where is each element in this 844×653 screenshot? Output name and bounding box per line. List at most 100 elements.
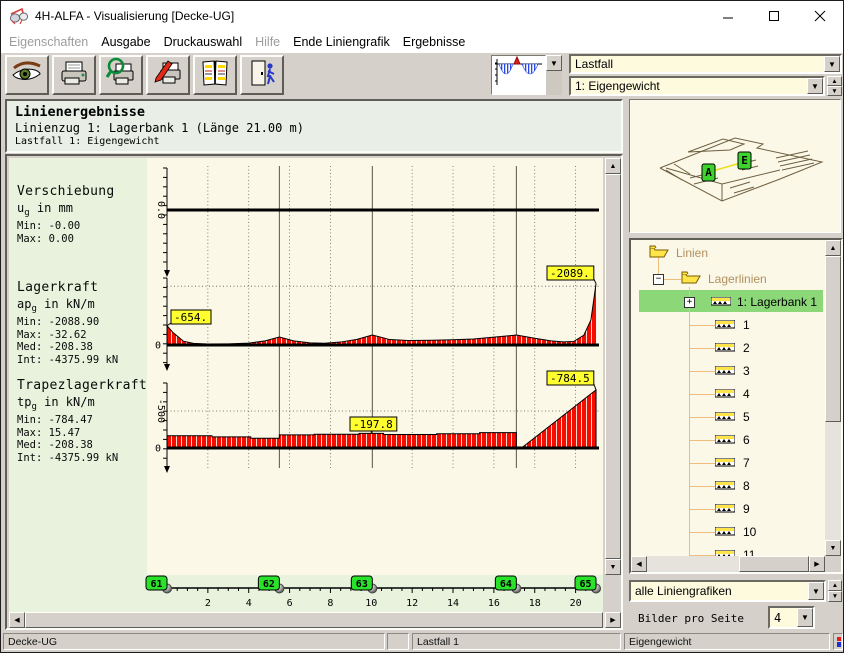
- support-line-icon: [715, 318, 735, 332]
- graphics-filter-dropdown-button[interactable]: ▼: [808, 582, 824, 600]
- scroll-right-button[interactable]: ▶: [605, 612, 621, 628]
- qty-unit: in kN/m: [37, 395, 95, 409]
- tree-item[interactable]: 3: [715, 361, 750, 381]
- tree-node-lagerbank-selected[interactable]: + 1: Lagerbank 1: [684, 292, 817, 312]
- status-bar: Decke-UG Lastfall 1 Eigengewicht: [1, 631, 843, 652]
- tree-vscrollbar[interactable]: ▲ ▼: [825, 240, 841, 556]
- toolbar: ▼ Lastfall ▼ 1: Eigengewicht ▼ ▲ ▼: [1, 53, 843, 97]
- exit-door-icon: [246, 57, 278, 94]
- plot-vscrollbar[interactable]: ▲ ▼: [605, 158, 621, 575]
- folder-open-icon: [649, 244, 669, 262]
- load-case-dropdown-button[interactable]: ▼: [807, 78, 823, 94]
- scroll-up-button[interactable]: ▲: [825, 240, 841, 256]
- print-settings-button[interactable]: [146, 55, 190, 95]
- collapse-icon[interactable]: −: [653, 274, 664, 285]
- tree-item[interactable]: 7: [715, 453, 750, 473]
- graphics-filter-spin-up[interactable]: ▲: [828, 580, 842, 591]
- diagram-style-dropdown-button[interactable]: ▼: [546, 55, 562, 71]
- load-group-dropdown-button[interactable]: ▼: [824, 56, 840, 72]
- load-case-combo[interactable]: 1: Eigengewicht ▼: [569, 76, 825, 96]
- magnifier-printer-icon: [105, 57, 137, 94]
- tree-item[interactable]: 6: [715, 430, 750, 450]
- plot-hscrollbar[interactable]: ◀ ▶: [9, 612, 621, 628]
- loadcase-subtitle: Lastfall 1: Eigengewicht: [15, 136, 621, 147]
- expand-icon[interactable]: +: [684, 297, 695, 308]
- section-title: Lagerkraft: [17, 280, 118, 295]
- tree-item[interactable]: 8: [715, 476, 750, 496]
- tree-node-lagerlinien[interactable]: Lagerlinien: [681, 269, 767, 289]
- tree-item[interactable]: 4: [715, 384, 750, 404]
- tree-item-label: 8: [743, 479, 750, 493]
- up-arrow-icon: ▲: [830, 245, 837, 252]
- scroll-down-button[interactable]: ▼: [605, 559, 621, 575]
- svg-text:20: 20: [570, 598, 582, 609]
- menu-ergebnisse[interactable]: Ergebnisse: [403, 35, 466, 49]
- up-arrow-icon: ▲: [831, 78, 837, 85]
- result-header: Linienergebnisse Linienzug 1: Lagerbank …: [5, 99, 623, 153]
- svg-text:0: 0: [155, 341, 161, 352]
- print-preview-button[interactable]: [99, 55, 143, 95]
- section-quantity: apg in kN/m: [17, 297, 118, 314]
- report-button[interactable]: [193, 55, 237, 95]
- tree-node-label: 1: Lagerbank 1: [737, 295, 817, 309]
- menu-eigenschaften[interactable]: Eigenschaften: [9, 35, 88, 49]
- tree-item-label: 5: [743, 410, 750, 424]
- model-wireframe: A E: [630, 100, 840, 232]
- tree-expand-lagerlinien[interactable]: −: [653, 269, 664, 289]
- vscroll-thumb[interactable]: [825, 256, 841, 422]
- support-line-icon: [715, 456, 735, 470]
- stat-max: Max: 15.47: [17, 427, 147, 440]
- tree-item[interactable]: 5: [715, 407, 750, 427]
- line-end-marker: E: [741, 154, 748, 167]
- maximize-button[interactable]: [751, 1, 797, 30]
- print-button[interactable]: [52, 55, 96, 95]
- hscroll-thumb[interactable]: [25, 612, 603, 628]
- load-case-spin-down[interactable]: ▼: [827, 86, 842, 96]
- qty-unit: in kN/m: [37, 297, 95, 311]
- menu-druckauswahl[interactable]: Druckauswahl: [164, 35, 243, 49]
- title-bar[interactable]: 4H-ALFA - Visualisierung [Decke-UG]: [1, 1, 843, 31]
- exit-button[interactable]: [240, 55, 284, 95]
- tree-hscrollbar[interactable]: ◀ ▶: [631, 556, 825, 572]
- load-group-combo[interactable]: Lastfall ▼: [569, 54, 842, 74]
- vscroll-thumb[interactable]: [605, 174, 621, 559]
- status-project: Decke-UG: [3, 633, 385, 650]
- chevron-down-icon: ▼: [828, 60, 836, 69]
- load-group-value: Lastfall: [571, 57, 824, 71]
- graphics-filter-value: alle Liniengrafiken: [631, 584, 808, 598]
- scroll-left-button[interactable]: ◀: [9, 612, 25, 628]
- menu-hilfe[interactable]: Hilfe: [255, 35, 280, 49]
- section-title: Verschiebung: [17, 184, 115, 199]
- node-ruler-svg: 24681012141618206162636465: [9, 575, 603, 612]
- images-per-page-dropdown-button[interactable]: ▼: [797, 608, 813, 627]
- tree-item[interactable]: 9: [715, 499, 750, 519]
- graphics-filter-spin-down[interactable]: ▼: [828, 591, 842, 602]
- view-button[interactable]: [5, 55, 49, 95]
- menu-ende-liniengrafik[interactable]: Ende Liniengrafik: [293, 35, 390, 49]
- minimize-button[interactable]: [705, 1, 751, 30]
- qty-unit: in mm: [30, 201, 73, 215]
- graphics-filter-combo[interactable]: alle Liniengrafiken ▼: [629, 580, 826, 602]
- scroll-up-button[interactable]: ▲: [605, 158, 621, 174]
- menu-ausgabe[interactable]: Ausgabe: [101, 35, 150, 49]
- hscroll-thumb[interactable]: [739, 556, 809, 572]
- scroll-left-button[interactable]: ◀: [631, 556, 647, 572]
- tree-node-linien[interactable]: Linien: [649, 243, 708, 263]
- tree-item[interactable]: 10: [715, 522, 756, 542]
- tree-item[interactable]: 2: [715, 338, 750, 358]
- stat-med: Med: -208.38: [17, 439, 147, 452]
- scroll-down-button[interactable]: ▼: [825, 540, 841, 556]
- close-button[interactable]: [797, 1, 843, 30]
- scroll-right-button[interactable]: ▶: [809, 556, 825, 572]
- load-case-spin-up[interactable]: ▲: [827, 76, 842, 86]
- images-per-page-value: 4: [770, 611, 797, 625]
- svg-text:63: 63: [356, 579, 368, 590]
- svg-text:-2089.: -2089.: [550, 267, 590, 280]
- qty: tp: [17, 395, 31, 409]
- qty: ap: [17, 297, 31, 311]
- diagram-style-icon: [492, 75, 544, 92]
- images-per-page-combo[interactable]: 4 ▼: [768, 606, 815, 629]
- tree-item-label: 4: [743, 387, 750, 401]
- diagram-style-picker[interactable]: ▼: [491, 55, 563, 95]
- tree-item[interactable]: 1: [715, 315, 750, 335]
